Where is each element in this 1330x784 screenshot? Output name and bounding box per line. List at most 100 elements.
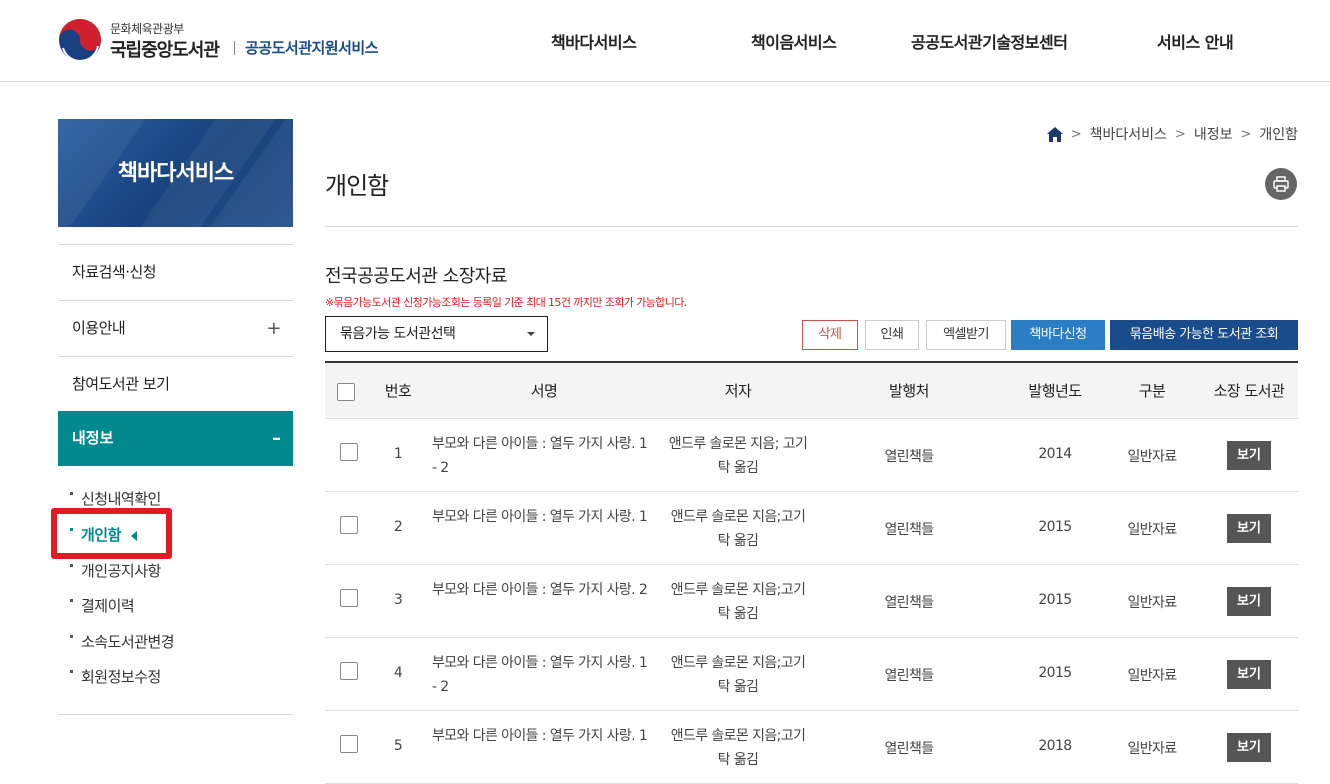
chevron-down-icon [527, 332, 535, 336]
delete-button[interactable]: 삭제 [802, 320, 858, 350]
cell-title[interactable]: 부모와 다른 아이들 : 열두 가지 사랑. 1 - 2 [432, 432, 667, 480]
row-checkbox[interactable] [340, 735, 358, 753]
cell-publisher: 열린책들 [884, 741, 934, 757]
view-library-button[interactable]: 보기 [1227, 660, 1271, 689]
subnav-request-history[interactable]: 신청내역확인 [70, 488, 161, 509]
subnav-change-library[interactable]: 소속도서관변경 [70, 631, 175, 652]
subnav-payment-history[interactable]: 결제이력 [70, 595, 135, 616]
gnav-item-chaekieum[interactable]: 책이음서비스 [751, 29, 837, 53]
cell-type: 일반자료 [1127, 522, 1177, 538]
table-body: 1 부모와 다른 아이들 : 열두 가지 사랑. 1 - 2 앤드루 솔로몬 지음; … [325, 419, 1298, 784]
service-name[interactable]: 공공도서관지원서비스 [245, 37, 379, 58]
chevron-right-icon: > [1174, 126, 1186, 142]
chevron-right-icon: > [1240, 126, 1252, 142]
cell-type: 일반자료 [1127, 741, 1177, 757]
cell-type: 일반자료 [1127, 449, 1177, 465]
subnav-label: 회원정보수정 [81, 668, 161, 686]
taegeuk-logo-icon[interactable] [58, 18, 102, 62]
subnav-personal-notice[interactable]: 개인공지사항 [70, 560, 161, 581]
gnav-item-tech-center[interactable]: 공공도서관기술정보센터 [911, 29, 1068, 53]
header-type: 구분 [1138, 382, 1166, 400]
author-line: 탁 옮김 [717, 606, 759, 622]
header-publisher: 발행처 [889, 382, 929, 400]
author-line: 탁 옮김 [717, 679, 759, 695]
table-row: 4 부모와 다른 아이들 : 열두 가지 사랑. 1 - 2 앤드루 솔로몬 지음;고… [325, 638, 1298, 711]
excel-download-button[interactable]: 엑셀받기 [926, 320, 1006, 350]
table-row: 2 부모와 다른 아이들 : 열두 가지 사랑. 1 앤드루 솔로몬 지음;고기 탁 … [325, 492, 1298, 565]
library-name[interactable]: 국립중앙도서관 [110, 36, 220, 62]
chevron-right-icon: > [1070, 126, 1082, 142]
home-icon[interactable] [1046, 126, 1063, 142]
cell-author: 앤드루 솔로몬 지음;고기탁 옮김 [663, 578, 813, 626]
author-line: 탁 옮김 [717, 460, 759, 476]
breadcrumb-item[interactable]: 책바다서비스 [1090, 124, 1167, 144]
lnb-banner: 책바다서비스 [58, 119, 293, 227]
cell-no: 4 [393, 665, 403, 681]
bullet-icon [70, 564, 73, 567]
author-line: 앤드루 솔로몬 지음;고기 [670, 655, 806, 671]
bundle-library-search-button[interactable]: 묶음배송 가능한 도서관 조회 [1110, 320, 1298, 350]
subnav-label: 결제이력 [81, 597, 135, 615]
cell-title[interactable]: 부모와 다른 아이들 : 열두 가지 사랑. 1 [432, 724, 667, 748]
cell-title[interactable]: 부모와 다른 아이들 : 열두 가지 사랑. 1 - 2 [432, 651, 667, 699]
header-no: 번호 [384, 382, 412, 400]
header-year: 발행년도 [1028, 382, 1082, 400]
page-title: 개인함 [325, 172, 389, 200]
site-header: 문화체육관광부 국립중앙도서관 공공도서관지원서비스 책바다서비스 책이음서비스… [0, 0, 1330, 82]
title-line: 부모와 다른 아이들 : 열두 가지 사랑. 1 [432, 436, 648, 452]
lnb-item-libraries[interactable]: 참여도서관 보기 [58, 356, 293, 412]
print-button[interactable] [1265, 168, 1297, 200]
row-checkbox[interactable] [340, 589, 358, 607]
row-checkbox[interactable] [340, 443, 358, 461]
table-header: 번호 서명 저자 발행처 발행년도 구분 소장 도서관 [325, 361, 1298, 419]
view-library-button[interactable]: 보기 [1227, 587, 1271, 616]
view-library-button[interactable]: 보기 [1227, 514, 1271, 543]
cell-year: 2015 [1038, 592, 1072, 608]
select-value: 묶음가능 도서관선택 [340, 326, 456, 342]
lnb-item-label: 자료검색·신청 [72, 263, 157, 281]
gnav-item-service-guide[interactable]: 서비스 안내 [1157, 29, 1234, 53]
bookbada-request-button[interactable]: 책바다신청 [1011, 320, 1105, 350]
table-row: 3 부모와 다른 아이들 : 열두 가지 사랑. 2 앤드루 솔로몬 지음;고기탁 … [325, 565, 1298, 638]
lnb-item-myinfo[interactable]: 내정보 – [58, 411, 293, 466]
lnb-bottom-line [58, 714, 293, 715]
lnb-item-search[interactable]: 자료검색·신청 [58, 244, 293, 300]
expand-plus-icon[interactable]: + [266, 301, 281, 356]
row-checkbox[interactable] [340, 662, 358, 680]
subnav-label: 개인공지사항 [81, 562, 161, 580]
ministry-name: 문화체육관광부 [110, 22, 184, 36]
library-select[interactable]: 묶음가능 도서관선택 [325, 316, 548, 352]
printer-icon [1273, 176, 1289, 192]
cell-author: 앤드루 솔로몬 지음;고기 탁 옮김 [663, 724, 813, 772]
title-line: - 2 [432, 679, 449, 695]
cell-type: 일반자료 [1127, 668, 1177, 684]
cell-year: 2018 [1038, 738, 1072, 754]
author-line: 앤드루 솔로몬 지음;고기 [670, 728, 806, 744]
collapse-minus-icon[interactable]: – [272, 411, 281, 466]
lnb-title: 책바다서비스 [117, 161, 234, 186]
cell-title[interactable]: 부모와 다른 아이들 : 열두 가지 사랑. 1 [432, 505, 667, 529]
subnav-edit-member[interactable]: 회원정보수정 [70, 666, 161, 687]
view-library-button[interactable]: 보기 [1227, 441, 1271, 470]
bullet-icon [70, 492, 73, 495]
cell-type: 일반자료 [1127, 595, 1177, 611]
view-library-button[interactable]: 보기 [1227, 733, 1271, 762]
lnb-item-label: 참여도서관 보기 [72, 375, 170, 393]
gnav-item-bookbada[interactable]: 책바다서비스 [551, 29, 637, 53]
cell-author: 앤드루 솔로몬 지음;고기탁 옮김 [663, 651, 813, 699]
breadcrumb-item[interactable]: 개인함 [1259, 124, 1298, 144]
cell-publisher: 열린책들 [884, 595, 934, 611]
title-line: 부모와 다른 아이들 : 열두 가지 사랑. 1 [432, 509, 648, 525]
row-checkbox[interactable] [340, 516, 358, 534]
cell-year: 2015 [1038, 665, 1072, 681]
lnb-item-guide[interactable]: 이용안내 + [58, 300, 293, 356]
cell-year: 2014 [1038, 446, 1072, 462]
author-line: 앤드루 솔로몬 지음;고기 [670, 582, 806, 598]
cell-year: 2015 [1038, 519, 1072, 535]
cell-title[interactable]: 부모와 다른 아이들 : 열두 가지 사랑. 2 [432, 578, 667, 602]
select-all-checkbox[interactable] [337, 383, 355, 401]
breadcrumb-item[interactable]: 내정보 [1194, 124, 1233, 144]
cell-no: 3 [393, 592, 403, 608]
subnav-label: 신청내역확인 [81, 490, 161, 508]
print-list-button[interactable]: 인쇄 [865, 320, 919, 350]
